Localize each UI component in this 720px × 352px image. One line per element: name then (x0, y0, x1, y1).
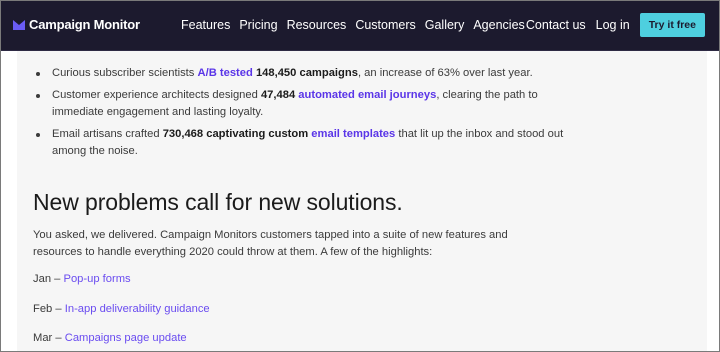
highlight-jan: Jan – Pop-up forms (33, 273, 131, 285)
list-item: Curious subscriber scientists A/B tested… (17, 65, 577, 82)
main-nav: Features Pricing Resources Customers Gal… (181, 18, 534, 32)
bullet-icon (36, 72, 40, 76)
deliverability-guidance-link[interactable]: In-app deliverability guidance (65, 303, 210, 315)
envelope-logo-icon (13, 19, 25, 30)
brand-name: Campaign Monitor (29, 17, 140, 32)
month-label: Feb (33, 303, 53, 315)
brand-logo[interactable]: Campaign Monitor (13, 17, 140, 32)
stat-figure: 47,484 (260, 89, 296, 101)
stat-text: Curious subscriber scientists (52, 67, 198, 79)
highlight-feb: Feb – In-app deliverability guidance (33, 303, 210, 315)
automated-email-journeys-link[interactable]: automated email journeys (298, 89, 436, 101)
section-heading: New problems call for new solutions. (33, 189, 403, 215)
try-it-free-button[interactable]: Try it free (639, 13, 705, 37)
nav-agencies[interactable]: Agencies (473, 18, 524, 32)
browser-frame: Campaign Monitor Features Pricing Resour… (0, 0, 720, 352)
dash-separator: – (52, 332, 65, 344)
email-templates-link[interactable]: email templates (311, 128, 395, 140)
contact-us-link[interactable]: Contact us (526, 13, 586, 37)
month-label: Mar (33, 332, 53, 344)
stats-list: Curious subscriber scientists A/B tested… (17, 65, 577, 165)
dash-separator: – (52, 303, 65, 315)
pop-up-forms-link[interactable]: Pop-up forms (64, 273, 131, 285)
top-navigation-bar: Campaign Monitor Features Pricing Resour… (1, 1, 719, 51)
nav-customers[interactable]: Customers (355, 18, 415, 32)
dash-separator: – (51, 273, 64, 285)
stat-text: , an increase of 63% over last year. (357, 67, 533, 79)
list-item: Email artisans crafted 730,468 captivati… (17, 126, 577, 160)
stat-text: Email artisans crafted (52, 128, 163, 140)
campaigns-page-update-link[interactable]: Campaigns page update (65, 332, 187, 344)
highlight-mar: Mar – Campaigns page update (33, 332, 187, 344)
month-label: Jan (33, 273, 52, 285)
bullet-icon (36, 94, 40, 98)
nav-pricing[interactable]: Pricing (239, 18, 277, 32)
list-item: Customer experience architects designed … (17, 87, 577, 121)
nav-right-group: Contact us Log in Try it free (526, 13, 705, 37)
bullet-icon (36, 133, 40, 137)
right-page-edge (707, 51, 719, 351)
stat-figure: 730,468 captivating custom (162, 128, 309, 140)
stat-text: Customer experience architects designed (52, 89, 261, 101)
ab-tested-link[interactable]: A/B tested (198, 67, 253, 79)
nav-features[interactable]: Features (181, 18, 230, 32)
nav-gallery[interactable]: Gallery (425, 18, 465, 32)
article-content: Curious subscriber scientists A/B tested… (17, 51, 707, 351)
intro-paragraph: You asked, we delivered. Campaign Monito… (33, 229, 508, 258)
log-in-link[interactable]: Log in (596, 13, 630, 37)
stat-figure: 148,450 campaigns (255, 67, 358, 79)
nav-resources[interactable]: Resources (287, 18, 347, 32)
